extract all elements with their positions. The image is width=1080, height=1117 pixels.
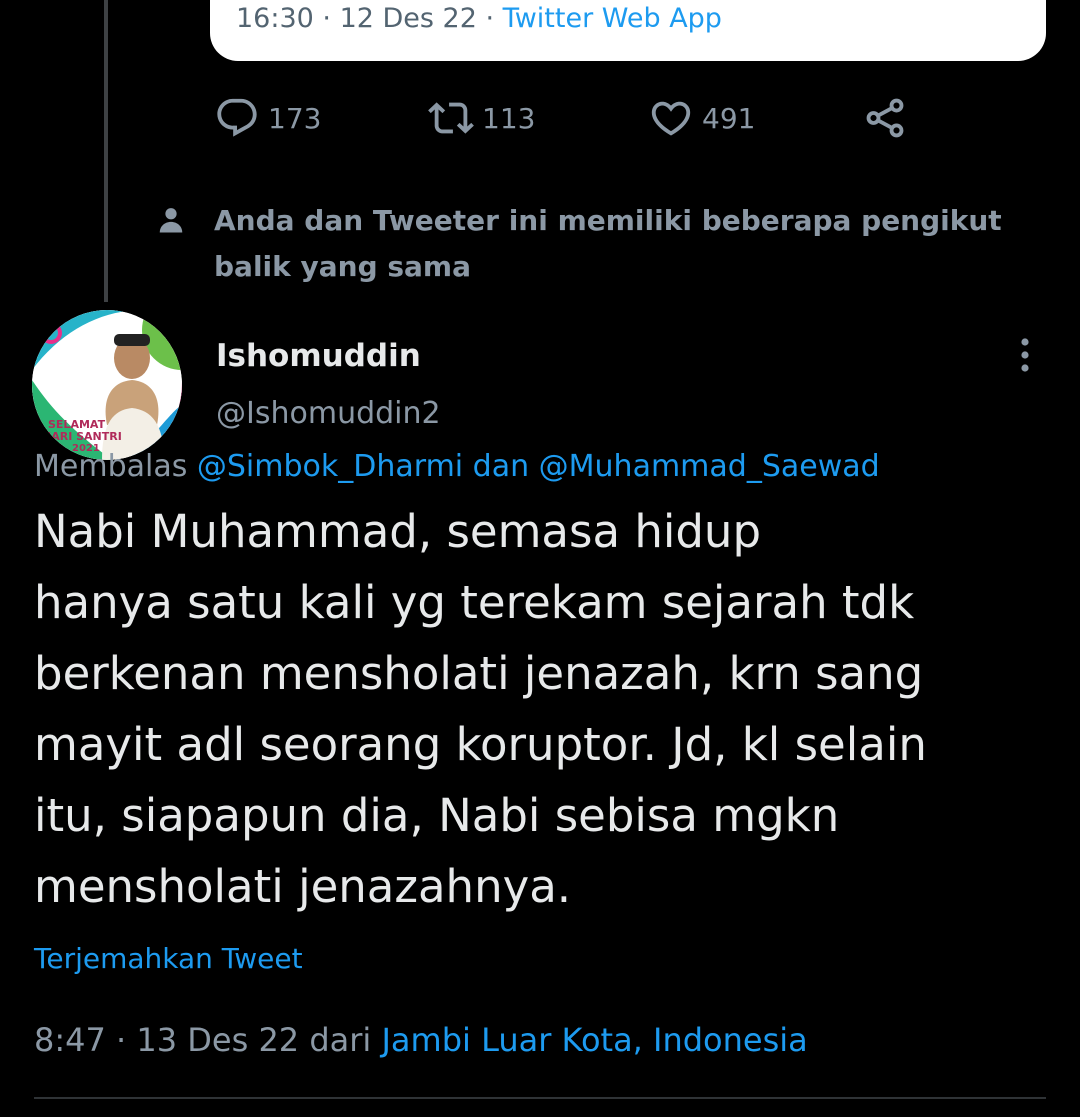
tweet-date[interactable]: 13 Des 22	[136, 1021, 299, 1059]
tweet-location[interactable]: Jambi Luar Kota, Indonesia	[381, 1021, 807, 1059]
replying-to: Membalas @Simbok_Dharmi dan @Muhammad_Sa…	[34, 444, 880, 490]
avatar-image: SELAMAT HARI SANTRI 2021	[32, 310, 182, 460]
reply-icon	[217, 98, 257, 137]
translate-tweet-link[interactable]: Terjemahkan Tweet	[34, 936, 303, 982]
action-bar: 173 113 491	[0, 95, 1080, 143]
quoted-tweet-meta: 16:30 · 12 Des 22 · Twitter Web App	[236, 0, 722, 38]
like-button[interactable]: 491	[648, 95, 755, 141]
more-vertical-icon[interactable]	[1010, 334, 1040, 378]
heart-icon	[651, 101, 691, 136]
tweet-text: Nabi Muhammad, semasa hidup hanya satu k…	[34, 505, 927, 913]
person-icon	[159, 208, 183, 233]
share-button[interactable]	[862, 95, 908, 141]
thread-line	[104, 0, 108, 302]
meta-separator: ·	[476, 3, 503, 34]
display-name[interactable]: Ishomuddin	[216, 332, 421, 380]
like-count: 491	[702, 101, 756, 135]
mention-link[interactable]: @Simbok_Dharmi	[197, 449, 463, 484]
quoted-tweet-time: 16:30	[236, 3, 314, 34]
tweet-detail-page: 16:30 · 12 Des 22 · Twitter Web App 173 …	[0, 0, 1080, 1117]
quoted-tweet-date: 12 Des 22	[339, 3, 477, 34]
meta-separator: ·	[105, 1021, 137, 1059]
from-label: dari	[299, 1021, 382, 1059]
tweet-timestamp: 8:47 · 13 Des 22 dari Jambi Luar Kota, I…	[34, 1016, 808, 1064]
retweet-icon	[428, 102, 474, 134]
avatar-text-2: HARI SANTRI	[42, 430, 122, 443]
reply-button[interactable]: 173	[214, 95, 321, 141]
meta-separator: ·	[313, 3, 340, 34]
avatar[interactable]: SELAMAT HARI SANTRI 2021	[32, 310, 182, 460]
mention-link[interactable]: @Muhammad_Saewad	[539, 449, 880, 484]
divider	[34, 1097, 1046, 1099]
mention-join: dan	[463, 449, 539, 484]
user-handle[interactable]: @Ishomuddin2	[216, 390, 441, 438]
mutual-followers-text: Anda dan Tweeter ini memiliki beberapa p…	[214, 204, 1002, 283]
retweet-count: 113	[482, 101, 536, 135]
reply-count: 173	[268, 101, 322, 135]
tweet-time[interactable]: 8:47	[34, 1021, 106, 1059]
share-icon	[866, 98, 904, 138]
quoted-tweet-source-app[interactable]: Twitter Web App	[503, 3, 722, 34]
replying-to-prefix: Membalas	[34, 449, 197, 484]
retweet-button[interactable]: 113	[428, 95, 535, 141]
